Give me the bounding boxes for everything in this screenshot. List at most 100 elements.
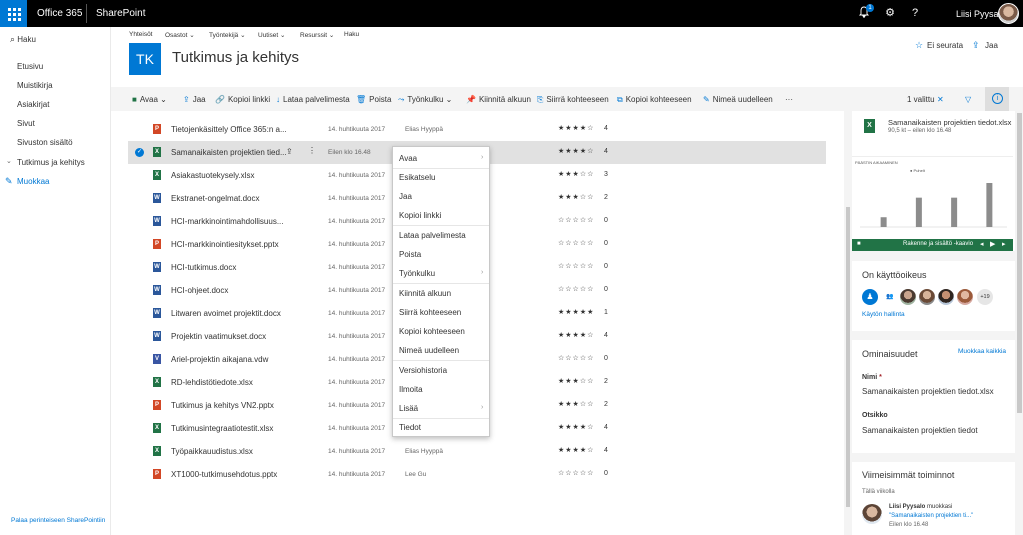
menu-item-copy-to[interactable]: Kopioi kohteeseen <box>399 327 465 336</box>
pane-scrollbar[interactable] <box>1016 111 1023 535</box>
list-scrollbar[interactable] <box>844 111 852 535</box>
menu-item-workflow[interactable]: Työnkulku <box>399 269 435 278</box>
group-icon[interactable]: 👥 <box>882 289 898 305</box>
hub-link-resurssit[interactable]: Resurssit ⌄ <box>300 31 334 39</box>
file-name[interactable]: RD-lehdistötiedote.xlsx <box>171 378 253 387</box>
file-name[interactable]: HCI-ohjeet.docx <box>171 286 228 295</box>
rating-stars[interactable]: ★★★☆☆ <box>558 400 594 408</box>
rename-button[interactable]: ✎ Nimeä uudelleen <box>703 95 773 104</box>
menu-item-download[interactable]: Lataa palvelimesta <box>399 231 466 240</box>
menu-item-move-to[interactable]: Siirrä kohteeseen <box>399 308 461 317</box>
info-pane-button[interactable]: i <box>985 87 1009 111</box>
menu-item-details[interactable]: Tiedot <box>399 423 421 432</box>
rating-stars[interactable]: ☆☆☆☆☆ <box>558 216 594 224</box>
menu-item-version-history[interactable]: Versiohistoria <box>399 366 447 375</box>
avatar[interactable] <box>938 289 954 305</box>
menu-item-pin[interactable]: Kiinnitä alkuun <box>399 289 451 298</box>
download-button[interactable]: ↓ Lataa palvelimesta <box>276 95 350 104</box>
hub-link-haku[interactable]: Haku <box>344 31 359 38</box>
manage-access-link[interactable]: Käytön hallinta <box>862 311 905 318</box>
copy-to-button[interactable]: ⧉ Kopioi kohteeseen <box>617 95 692 105</box>
table-row[interactable]: P XT1000-tutkimusehdotus.pptx 14. huhtikuu… <box>128 463 826 486</box>
rating-stars[interactable]: ★★★★☆ <box>558 423 594 431</box>
avatar[interactable] <box>998 3 1019 24</box>
workflow-button[interactable]: ⤳ Työnkulku ⌄ <box>398 95 452 105</box>
title-field[interactable]: Samanaikaisten projektien tiedot <box>862 426 978 435</box>
file-name[interactable]: Tietojenkäsittely Office 365:n a... <box>171 125 287 134</box>
scrollbar-thumb[interactable] <box>846 207 850 507</box>
menu-item-rename[interactable]: Nimeä uudelleen <box>399 346 459 355</box>
file-thumbnail[interactable]: PÄÄSTIN AIKAAMINEN ● Puhelt <box>852 156 1013 241</box>
nav-item-sivuston-sisalto[interactable]: Sivuston sisältö <box>17 138 73 147</box>
rating-stars[interactable]: ☆☆☆☆☆ <box>558 469 594 477</box>
scrollbar-thumb[interactable] <box>1017 113 1022 413</box>
chevron-right-icon[interactable]: ▸ <box>1002 240 1006 248</box>
person-icon[interactable]: ♟ <box>862 289 878 305</box>
rating-stars[interactable]: ★★★★☆ <box>558 147 594 155</box>
return-classic-link[interactable]: Palaa perinteiseen SharePointiin <box>11 517 105 524</box>
file-name[interactable]: Ariel-projektin aikajana.vdw <box>171 355 268 364</box>
share-command[interactable]: ⇪ Jaa <box>183 95 206 104</box>
clear-selection-icon[interactable]: ✕ <box>937 95 944 104</box>
table-row[interactable]: X Työpaikkauudistus.xlsx 14. huhtikuuta 20… <box>128 440 826 463</box>
office365-link[interactable]: Office 365 <box>37 8 82 19</box>
play-icon[interactable]: ▶ <box>990 240 995 248</box>
nav-item-etusivu[interactable]: Etusivu <box>17 62 43 71</box>
share-icon[interactable]: ⇪ <box>286 147 293 156</box>
copy-link-button[interactable]: 🔗 Kopioi linkki <box>215 95 270 104</box>
file-name[interactable]: Asiakastuotekysely.xlsx <box>171 171 254 180</box>
open-button[interactable]: ■ Avaa ⌄ <box>132 95 167 104</box>
file-name[interactable]: HCI-tutkimus.docx <box>171 263 236 272</box>
rating-stars[interactable]: ★★★☆☆ <box>558 193 594 201</box>
rating-stars[interactable]: ★★★★★ <box>558 308 594 316</box>
move-to-button[interactable]: ⎘ Siirrä kohteeseen <box>537 95 609 105</box>
menu-item-copy-link[interactable]: Kopioi linkki <box>399 211 441 220</box>
avatar[interactable] <box>957 289 973 305</box>
rating-stars[interactable]: ★★★★☆ <box>558 331 594 339</box>
rating-stars[interactable]: ☆☆☆☆☆ <box>558 262 594 270</box>
file-name[interactable]: Tutkimusintegraatiotestit.xlsx <box>171 424 273 433</box>
menu-item-alert[interactable]: Ilmoita <box>399 385 423 394</box>
menu-item-preview[interactable]: Esikatselu <box>399 173 435 182</box>
file-name[interactable]: Työpaikkauudistus.xlsx <box>171 447 253 456</box>
hub-link-uutiset[interactable]: Uutiset ⌄ <box>258 31 286 39</box>
pin-button[interactable]: 📌 Kiinnitä alkuun <box>466 95 531 104</box>
file-name[interactable]: HCI-markkinointimahdollisuus... <box>171 217 283 226</box>
gear-icon[interactable]: ⚙ <box>883 6 897 20</box>
rating-stars[interactable]: ★★★☆☆ <box>558 377 594 385</box>
search-box[interactable]: ⌕ Haku <box>10 34 36 45</box>
hub-link-yhteisot[interactable]: Yhteisöt <box>129 31 153 38</box>
rating-stars[interactable]: ☆☆☆☆☆ <box>558 239 594 247</box>
menu-item-delete[interactable]: Poista <box>399 250 421 259</box>
menu-item-share[interactable]: Jaa <box>399 192 412 201</box>
share-button[interactable]: Jaa <box>985 41 998 50</box>
rating-stars[interactable]: ★★★☆☆ <box>558 170 594 178</box>
nav-item-sivut[interactable]: Sivut <box>17 119 35 128</box>
site-logo[interactable]: TK <box>129 43 161 75</box>
app-launcher-icon[interactable] <box>0 0 27 27</box>
delete-button[interactable]: 🗑 Poista <box>356 95 391 104</box>
help-icon[interactable]: ? <box>908 6 922 20</box>
more-vertical-icon[interactable]: ⋮ <box>308 146 316 155</box>
checkmark-icon[interactable]: ✓ <box>135 148 144 157</box>
avatar[interactable] <box>919 289 935 305</box>
rating-stars[interactable]: ★★★★☆ <box>558 124 594 132</box>
file-name[interactable]: Litwaren avoimet projektit.docx <box>171 309 281 318</box>
nav-edit-link[interactable]: Muokkaa <box>17 177 49 186</box>
chevron-down-icon[interactable]: ⌄ <box>6 157 12 165</box>
more-people-badge[interactable]: +19 <box>977 289 993 305</box>
hub-link-tyontekija[interactable]: Työntekijä ⌄ <box>209 31 246 39</box>
file-name[interactable]: Projektin vaatimukset.docx <box>171 332 266 341</box>
file-name[interactable]: Tutkimus ja kehitys VN2.pptx <box>171 401 274 410</box>
name-field[interactable]: Samanaikaisten projektien tiedot.xlsx <box>862 387 994 396</box>
rating-stars[interactable]: ★★★★☆ <box>558 446 594 454</box>
follow-button[interactable]: Ei seurata <box>927 41 963 50</box>
chevron-left-icon[interactable]: ◂ <box>980 240 984 248</box>
avatar[interactable] <box>900 289 916 305</box>
file-name[interactable]: Samanaikaisten projektien tied... <box>171 148 287 157</box>
table-row[interactable]: P Tietojenkäsittely Office 365:n a... 14. … <box>128 118 826 141</box>
activity-file-link[interactable]: "Samanaikaisten projektien ti..." <box>889 513 973 519</box>
sharepoint-link[interactable]: SharePoint <box>96 8 145 19</box>
nav-item-asiakirjat[interactable]: Asiakirjat <box>17 100 49 109</box>
menu-item-open[interactable]: Avaa <box>399 154 417 163</box>
